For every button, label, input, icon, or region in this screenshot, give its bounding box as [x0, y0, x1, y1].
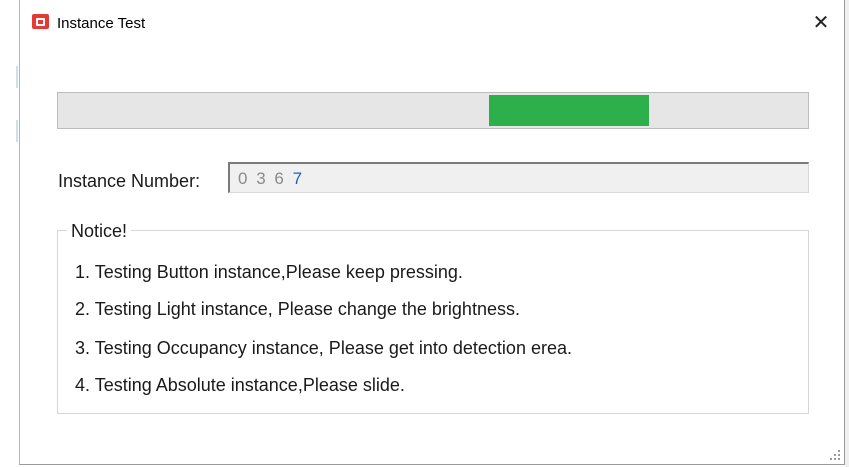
progress-fill	[489, 95, 649, 126]
background-mark	[16, 120, 18, 142]
instance-test-dialog: Instance Test ✕ Instance Number: 0 3 6 7…	[19, 0, 845, 465]
notice-item: 3. Testing Occupancy instance, Please ge…	[75, 338, 572, 358]
notice-item: 4. Testing Absolute instance,Please slid…	[75, 375, 405, 395]
instance-digit: 3	[256, 169, 268, 188]
instance-number-label: Instance Number:	[58, 171, 201, 191]
instance-digit-active: 7	[292, 169, 305, 188]
title-bar: Instance Test ✕	[20, 0, 844, 47]
app-icon	[32, 14, 49, 29]
instance-number-field: 0 3 6 7	[228, 162, 809, 193]
background-strip-right	[845, 0, 849, 467]
close-button[interactable]: ✕	[798, 0, 844, 44]
notice-item: 2. Testing Light instance, Please change…	[75, 299, 520, 319]
instance-digit: 0	[238, 169, 250, 188]
resize-grip-icon[interactable]	[830, 450, 840, 460]
background-mark	[16, 66, 18, 88]
instance-digit: 6	[274, 169, 286, 188]
instance-number-value: 0 3 6 7	[238, 169, 304, 189]
notice-item: 1. Testing Button instance,Please keep p…	[75, 262, 463, 282]
background-strip	[0, 0, 19, 467]
window-title: Instance Test	[57, 15, 146, 32]
progress-bar	[57, 92, 809, 129]
notice-title: Notice!	[67, 221, 132, 241]
